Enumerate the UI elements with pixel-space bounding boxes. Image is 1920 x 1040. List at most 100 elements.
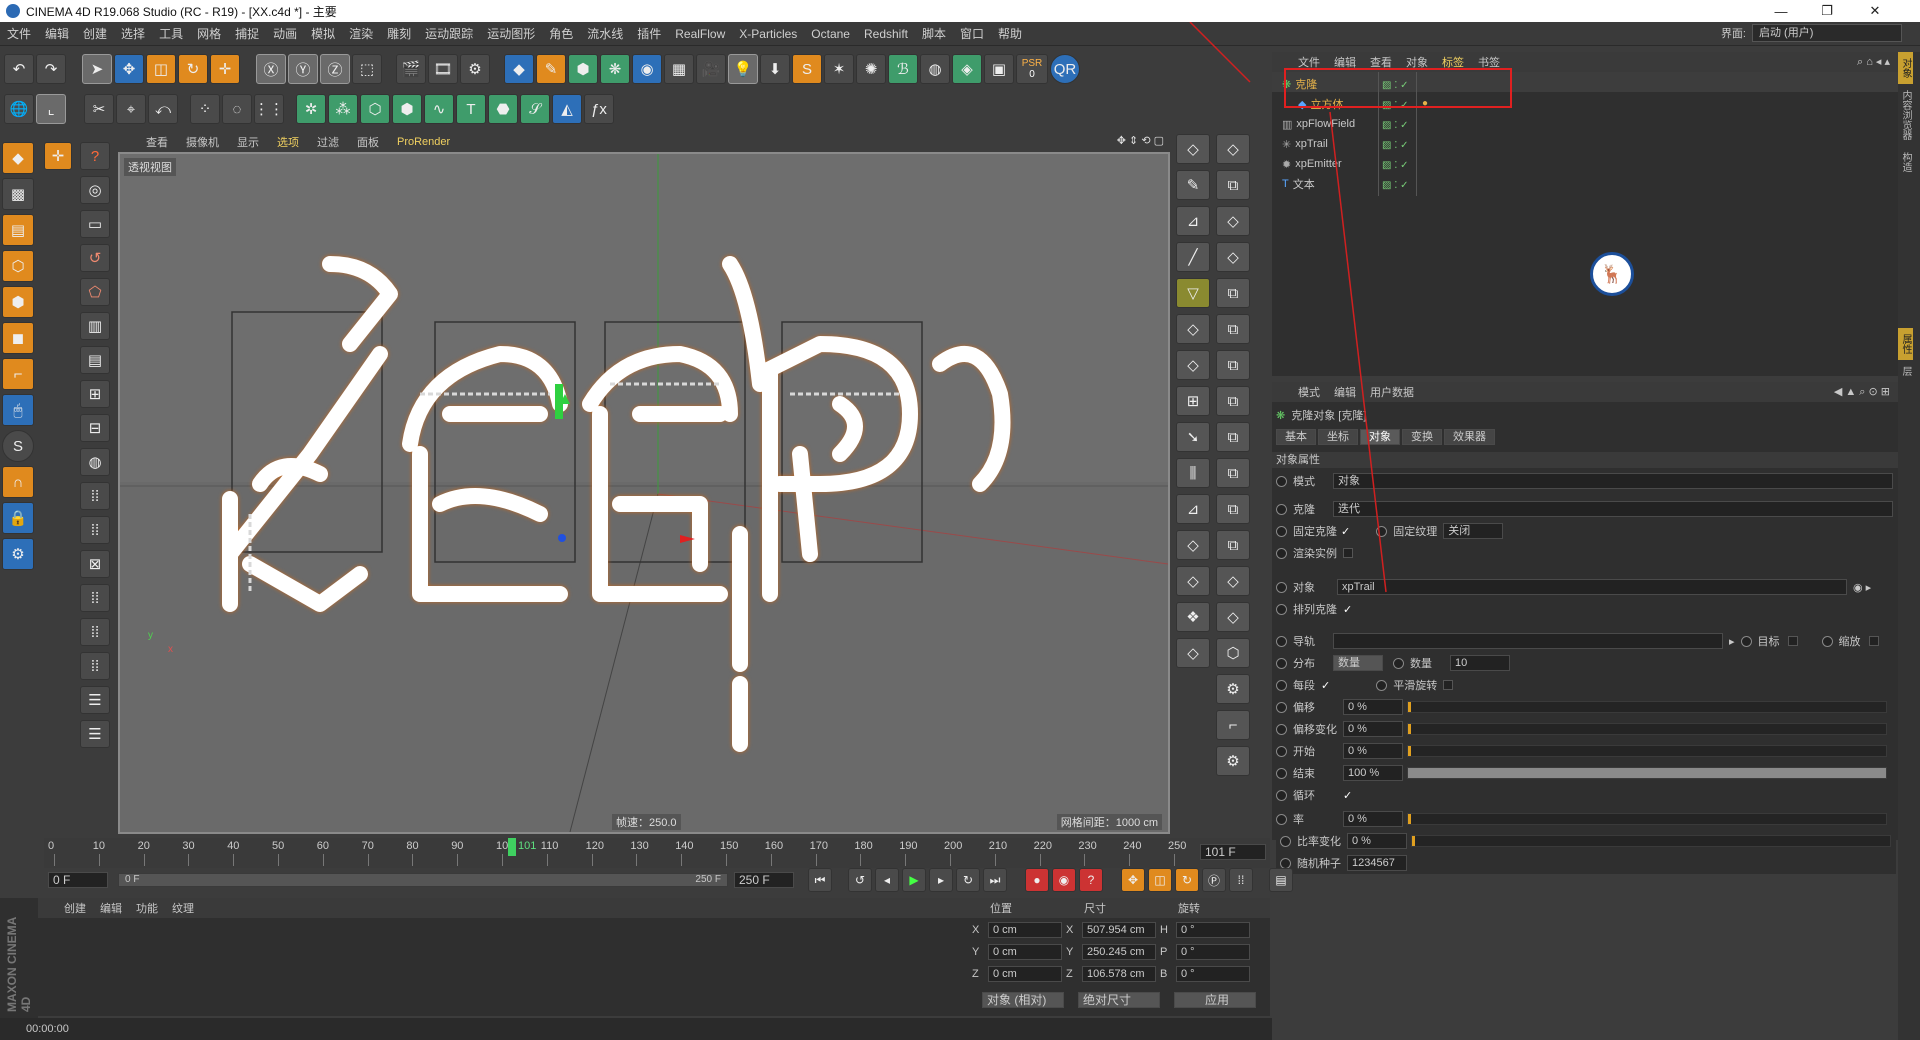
mat-menu-texture[interactable]: 纹理 [172,900,194,916]
timeline-icon[interactable]: ▤ [1269,868,1293,892]
lock-grid-icon[interactable]: 🔒 [2,502,34,534]
coordinate-system-icon[interactable]: ⬚ [352,54,382,84]
rate-var-slider[interactable] [1411,835,1891,847]
deformer-icon[interactable]: ◉ [632,54,662,84]
minimize-button[interactable]: — [1758,0,1804,22]
start-radio[interactable] [1276,745,1287,757]
undo-icon[interactable]: ↶ [4,54,34,84]
tweak-mode-icon[interactable]: 🖱 [2,394,34,426]
extrude-icon[interactable]: ▤ [80,346,110,374]
per-seg-checkbox[interactable]: ✓ [1321,679,1330,692]
live-selection-icon[interactable]: ◎ [80,176,110,204]
menu-item-15[interactable]: 插件 [630,25,668,42]
vp-menu-panel[interactable]: 面板 [357,134,379,150]
next-key-icon[interactable]: ↻ [956,868,980,892]
scale-radio[interactable] [1821,635,1833,647]
vp-menu-camera[interactable]: 摄像机 [186,134,219,150]
per-seg-radio[interactable] [1276,679,1287,691]
texture-mode-icon[interactable]: ▩ [2,178,34,210]
stack-2-icon[interactable]: ☰ [80,720,110,748]
menu-item-17[interactable]: X-Particles [732,27,804,41]
menu-item-4[interactable]: 工具 [152,25,190,42]
menu-item-14[interactable]: 流水线 [580,25,630,42]
coord-position-field[interactable]: 0 cm [988,944,1062,960]
scale-checkbox[interactable] [1868,636,1879,646]
go-end-icon[interactable]: ⏭ [983,868,1007,892]
select-tool-icon[interactable]: ➤ [82,54,112,84]
s-plugin-icon[interactable]: S [792,54,822,84]
grid-points-icon[interactable]: ⋮⋮ [254,94,284,124]
go-start-icon[interactable]: ⏮ [808,868,832,892]
start-slider[interactable] [1407,745,1887,757]
maximize-button[interactable]: ❐ [1804,0,1850,22]
add-icon[interactable]: ✛ [44,142,72,172]
voronoi-icon[interactable]: ⬣ [488,94,518,124]
viewport-nav-icons[interactable]: ✥ ⇕ ⟲ ▢ [1117,134,1164,147]
fix-texture-dropdown[interactable]: 关闭 [1443,523,1504,539]
subdivision-icon[interactable]: ⬢ [568,54,598,84]
rail-radio[interactable] [1276,635,1287,647]
key-move-icon[interactable]: ✥ [1121,868,1145,892]
coord-size-field[interactable]: 106.578 cm [1082,966,1156,982]
key-rotate-icon[interactable]: ↻ [1175,868,1199,892]
frame-range-slider[interactable]: 0 F 250 F [118,873,728,887]
next-frame-icon[interactable]: ▸ [929,868,953,892]
bevel-icon[interactable]: ▥ [80,312,110,340]
dist-radio[interactable] [1276,657,1287,669]
rt2-settings-icon[interactable]: ⚙ [1216,746,1250,776]
mat-menu-create[interactable]: 创建 [64,900,86,916]
close-button[interactable]: ✕ [1852,0,1898,22]
mat-menu-edit[interactable]: 编辑 [100,900,122,916]
menu-item-16[interactable]: RealFlow [668,27,732,41]
vp-menu-filter[interactable]: 过滤 [317,134,339,150]
viewport[interactable]: 透视视图 y x 帧速：250.0 网格间距：1000 cm [118,152,1170,834]
effector-icon[interactable]: ◭ [552,94,582,124]
weld-icon[interactable]: ⊟ [80,414,110,442]
z-axis-icon[interactable]: Ⓩ [320,54,350,84]
realflow-icon[interactable]: ✺ [856,54,886,84]
ring-icon[interactable]: ◌ [222,94,252,124]
interface-selector[interactable]: 界面: 启动 (用户) [1721,24,1902,42]
transform-tool-icon[interactable]: ✛ [210,54,240,84]
loop-checkbox[interactable]: ✓ [1343,789,1352,802]
sphere-grid-icon[interactable]: ◍ [920,54,950,84]
seed-field[interactable]: 1234567 [1347,855,1407,871]
axis-mode-icon[interactable]: ⌐ [2,358,34,390]
rate-var-field[interactable]: 0 % [1347,833,1407,849]
slice-icon[interactable]: ⊠ [80,550,110,578]
offset-slider[interactable] [1407,701,1887,713]
sphere-map-icon[interactable]: 🌐 [4,94,34,124]
rail-field[interactable] [1333,633,1723,649]
autokey-icon[interactable]: ◉ [1052,868,1076,892]
menu-item-9[interactable]: 渲染 [342,25,380,42]
coord-size-dropdown[interactable]: 绝对尺寸 [1078,992,1160,1008]
play-icon[interactable]: ▶ [902,868,926,892]
menu-item-2[interactable]: 创建 [76,25,114,42]
end-slider[interactable] [1407,767,1887,779]
psr-widget[interactable]: PSR 0 [1016,54,1048,84]
coord-position-field[interactable]: 0 cm [988,922,1062,938]
redo-icon[interactable]: ↷ [36,54,66,84]
menu-item-19[interactable]: Redshift [857,27,915,41]
rate-radio[interactable] [1276,813,1287,825]
playhead[interactable] [508,838,516,856]
motext-icon[interactable]: T [456,94,486,124]
count-radio[interactable] [1393,657,1404,669]
end-field[interactable]: 100 % [1343,765,1403,781]
timeline-ruler[interactable]: 0 10 20 30 40 50 60 70 80 90 100 110 120 130 140 150 160… [44,838,1270,868]
scale-tool-icon[interactable]: ◫ [146,54,176,84]
prev-key-icon[interactable]: ↺ [848,868,872,892]
vp-menu-view[interactable]: 查看 [146,134,168,150]
key-param-icon[interactable]: Ⓟ [1202,868,1226,892]
render-view-icon[interactable]: 🎬 [396,54,426,84]
menu-item-13[interactable]: 角色 [542,25,580,42]
start-frame-field[interactable]: 0 F [48,872,108,888]
vp-menu-options[interactable]: 选项 [277,134,299,150]
vp-menu-display[interactable]: 显示 [237,134,259,150]
menu-item-22[interactable]: 帮助 [991,25,1029,42]
fx-icon[interactable]: ƒx [584,94,614,124]
offset-radio[interactable] [1276,701,1287,713]
menu-item-18[interactable]: Octane [804,27,857,41]
polygon-selection-icon[interactable]: ⬠ [80,278,110,306]
current-frame-field[interactable]: 101 F [1200,844,1266,860]
